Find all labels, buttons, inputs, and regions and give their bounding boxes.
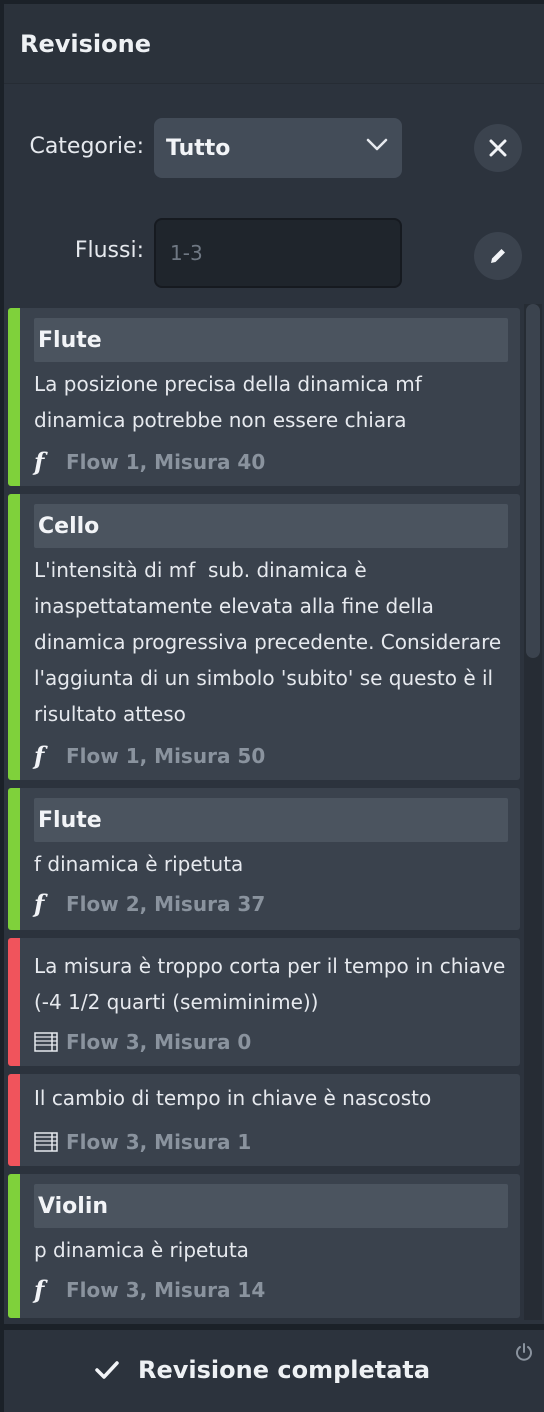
review-panel: Revisione Categorie: Tutto Flussi: 1-3 F… [4,4,544,1412]
category-value: Tutto [166,135,231,161]
severity-bar [8,788,20,930]
issue-card[interactable]: Flute La posizione precisa della dinamic… [8,308,520,486]
issue-message: La misura è troppo corta per il tempo in… [34,954,512,1014]
issue-message: Il cambio di tempo in chiave è nascosto [34,1086,432,1110]
severity-bar [8,494,20,780]
panel-header: Revisione [4,4,544,84]
issue-title: Violin [34,1184,508,1228]
checkmark-icon [95,1361,119,1379]
footer: Revisione completata [4,1324,544,1412]
issue-message: p dinamica è ripetuta [34,1238,249,1262]
issue-title: Flute [34,798,508,842]
issue-title: Flute [34,318,508,362]
issue-location-text: Flow 3, Misura 1 [66,1130,252,1154]
clear-filters-button[interactable] [474,124,522,172]
issue-card[interactable]: Violin p dinamica è ripetuta f Flow 3, M… [8,1174,520,1318]
flows-input[interactable]: 1-3 [154,218,402,288]
dynamic-f-icon: f [34,447,45,476]
issue-location[interactable]: f Flow 3, Misura 14 [34,1275,266,1304]
panel-title: Revisione [20,29,151,58]
issue-card[interactable]: Il cambio di tempo in chiave è nascosto … [8,1074,520,1166]
review-complete-button[interactable]: Revisione completata [94,1348,430,1392]
issue-card[interactable]: Flute f dinamica è ripetuta f Flow 2, Mi… [8,788,520,930]
review-complete-label: Revisione completata [138,1356,431,1384]
scrollbar-thumb[interactable] [526,304,540,658]
pencil-icon [491,249,505,263]
issue-title: Cello [34,504,508,548]
issue-location[interactable]: Flow 3, Misura 1 [34,1130,251,1154]
power-icon[interactable] [514,1342,534,1362]
dynamic-f-icon: f [34,741,45,770]
severity-bar [8,1174,20,1318]
severity-bar [8,1074,20,1166]
issue-message: La posizione precisa della dinamica mf d… [34,372,429,432]
issue-location[interactable]: f Flow 2, Misura 37 [34,889,266,918]
scrollbar[interactable] [524,304,542,1320]
flows-placeholder: 1-3 [170,241,203,265]
edit-flows-button[interactable] [474,232,522,280]
issue-location-text: Flow 3, Misura 14 [66,1278,266,1302]
issue-location-text: Flow 1, Misura 40 [66,450,266,474]
severity-bar [8,938,20,1066]
dynamic-f-icon: f [34,889,45,918]
close-icon [489,139,507,157]
measure-icon [34,1031,62,1053]
measure-icon [34,1131,62,1153]
chevron-down-icon [366,138,388,151]
issue-location[interactable]: f Flow 1, Misura 50 [34,741,266,770]
category-select[interactable]: Tutto [154,118,402,178]
issue-location[interactable]: Flow 3, Misura 0 [34,1030,251,1054]
issue-location[interactable]: f Flow 1, Misura 40 [34,447,266,476]
issues-list: Flute La posizione precisa della dinamic… [8,308,520,1318]
category-label: Categorie: [29,134,144,159]
issue-card[interactable]: Cello L'intensità di mf sub. dinamica è … [8,494,520,780]
dynamic-f-icon: f [34,1275,45,1304]
issue-message: f dinamica è ripetuta [34,852,244,876]
flows-label: Flussi: [74,238,144,263]
severity-bar [8,308,20,486]
issue-message: L'intensità di mf sub. dinamica è inaspe… [34,558,508,726]
issue-card[interactable]: La misura è troppo corta per il tempo in… [8,938,520,1066]
issue-location-text: Flow 2, Misura 37 [66,892,266,916]
issue-location-text: Flow 1, Misura 50 [66,744,266,768]
issue-location-text: Flow 3, Misura 0 [66,1030,252,1054]
